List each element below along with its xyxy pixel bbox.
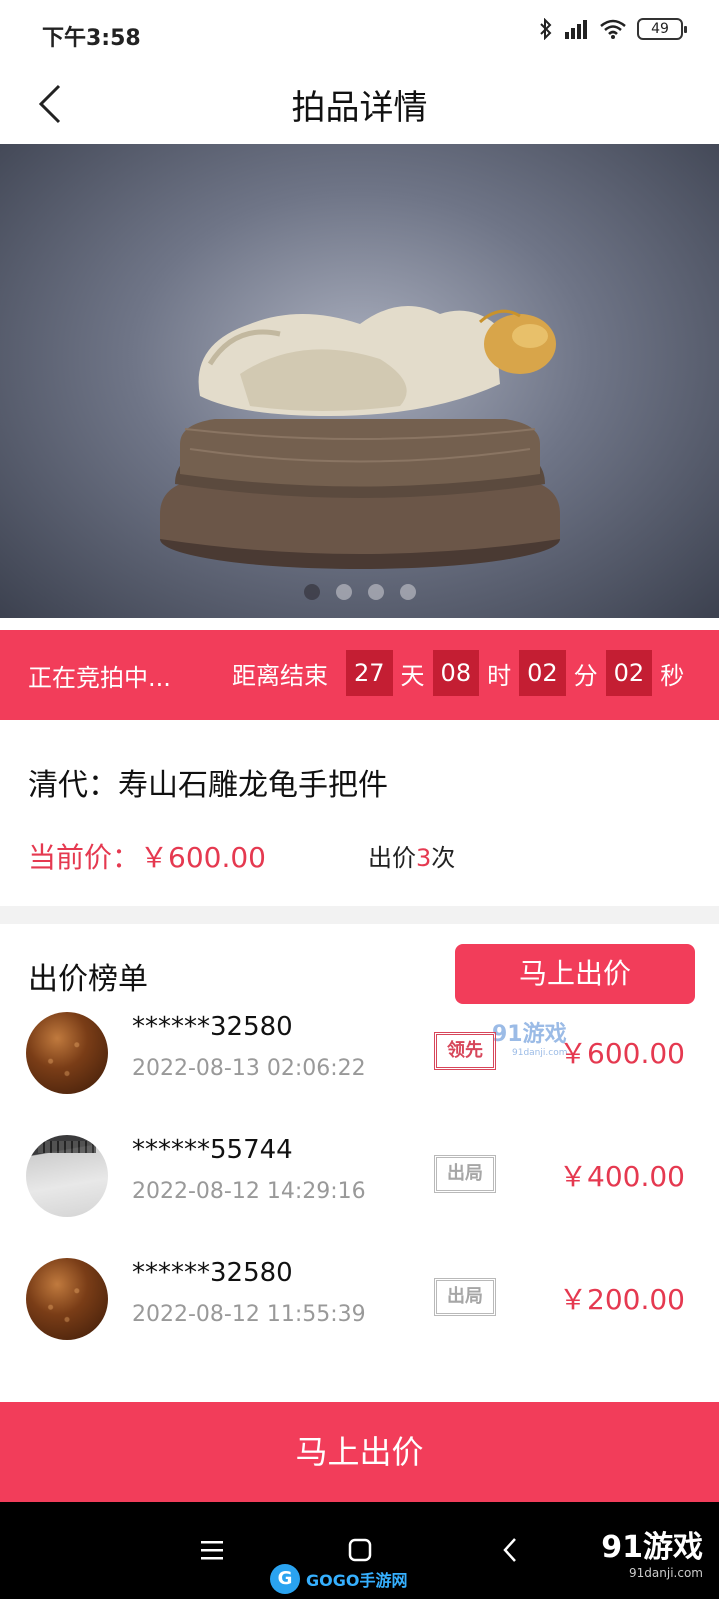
bid-now-button[interactable]: 马上出价	[455, 944, 695, 1004]
countdown-seconds-unit: 秒	[660, 661, 685, 690]
page-title: 拍品详情	[291, 88, 428, 128]
ranking-title: 出价榜单	[28, 962, 148, 997]
bid-count-suffix: 次	[431, 844, 456, 872]
countdown: 距离结束 27 天 08 时 02 分 02 秒	[232, 650, 684, 696]
signal-icon	[565, 20, 587, 39]
item-image-carousel[interactable]	[0, 144, 719, 618]
bidder-name: ******55744	[132, 1135, 293, 1165]
outbid-stamp: 出局	[434, 1155, 496, 1193]
item-photo	[160, 306, 560, 569]
countdown-minutes: 02	[519, 650, 566, 696]
carousel-dot[interactable]	[399, 584, 416, 600]
bidder-name: ******32580	[132, 1258, 293, 1288]
carousel-dots	[0, 584, 719, 600]
corner-watermark: 91游戏 91danji.com	[601, 1522, 703, 1580]
gogo-watermark: G GOGO手游网	[270, 1564, 407, 1594]
status-bar: 下午3:58 49	[0, 0, 719, 66]
gogo-logo-icon: G	[270, 1564, 300, 1594]
nav-back-icon	[503, 1538, 516, 1562]
carousel-dot[interactable]	[335, 584, 352, 600]
bluetooth-icon	[540, 18, 552, 40]
gogo-watermark-text: GOGO手游网	[306, 1571, 408, 1590]
countdown-seconds: 02	[605, 650, 653, 696]
auction-status: 正在竞拍中...	[28, 664, 171, 692]
auction-status-bar: 正在竞拍中... 距离结束 27 天 08 时 02 分 02 秒	[0, 630, 719, 720]
status-icons: 49	[539, 18, 687, 40]
bid-ranking: 出价榜单 马上出价 91游戏 91danji.com ******32580 20…	[0, 924, 719, 1392]
item-title: 清代：寿山石雕龙龟手把件	[28, 768, 388, 803]
current-price: 当前价：￥600.00	[28, 841, 266, 874]
item-info: 清代：寿山石雕龙龟手把件 当前价：￥600.00 出价3次	[0, 720, 719, 906]
avatar	[26, 1135, 108, 1217]
system-nav-bar: G GOGO手游网 91游戏 91danji.com	[0, 1502, 719, 1599]
bid-count: 出价3次	[368, 838, 455, 873]
corner-watermark-url: 91danji.com	[629, 1566, 703, 1580]
bid-time: 2022-08-13 02:06:22	[132, 1056, 366, 1081]
bid-row: ******32580 2022-08-13 02:06:22 领先 ￥600.…	[0, 998, 719, 1108]
bid-time: 2022-08-12 11:55:39	[132, 1302, 366, 1327]
bid-count-prefix: 出价	[368, 844, 416, 872]
bid-count-number: 3	[416, 844, 432, 872]
countdown-label: 距离结束	[232, 661, 328, 690]
corner-watermark-logo: 91游戏	[601, 1530, 703, 1565]
leading-stamp: 领先	[434, 1032, 496, 1070]
bid-amount: ￥600.00	[559, 1037, 685, 1070]
nav-back-button[interactable]	[488, 1528, 532, 1572]
menu-button[interactable]	[190, 1528, 234, 1572]
header: 拍品详情	[0, 66, 719, 144]
wifi-icon	[600, 19, 626, 39]
countdown-days-unit: 天	[400, 661, 425, 690]
carousel-dot[interactable]	[367, 584, 384, 600]
menu-icon	[201, 1541, 223, 1560]
carousel-dot[interactable]	[303, 584, 320, 600]
home-icon	[348, 1538, 372, 1562]
countdown-hours: 08	[432, 650, 480, 696]
avatar	[26, 1012, 108, 1094]
battery-icon: 49	[637, 18, 687, 40]
bottom-bid-button[interactable]: 马上出价	[0, 1402, 719, 1502]
status-time: 下午3:58	[42, 26, 141, 51]
bidder-name: ******32580	[132, 1012, 293, 1042]
bid-amount: ￥400.00	[559, 1160, 685, 1193]
section-divider	[0, 906, 719, 924]
countdown-minutes-unit: 分	[573, 661, 598, 690]
outbid-stamp: 出局	[434, 1278, 496, 1316]
bid-amount: ￥200.00	[559, 1283, 685, 1316]
bid-row: ******55744 2022-08-12 14:29:16 出局 ￥400.…	[0, 1121, 719, 1231]
bid-time: 2022-08-12 14:29:16	[132, 1179, 366, 1204]
avatar	[26, 1258, 108, 1340]
countdown-days: 27	[346, 650, 393, 696]
bid-row: ******32580 2022-08-12 11:55:39 出局 ￥200.…	[0, 1244, 719, 1354]
countdown-hours-unit: 时	[487, 661, 512, 690]
